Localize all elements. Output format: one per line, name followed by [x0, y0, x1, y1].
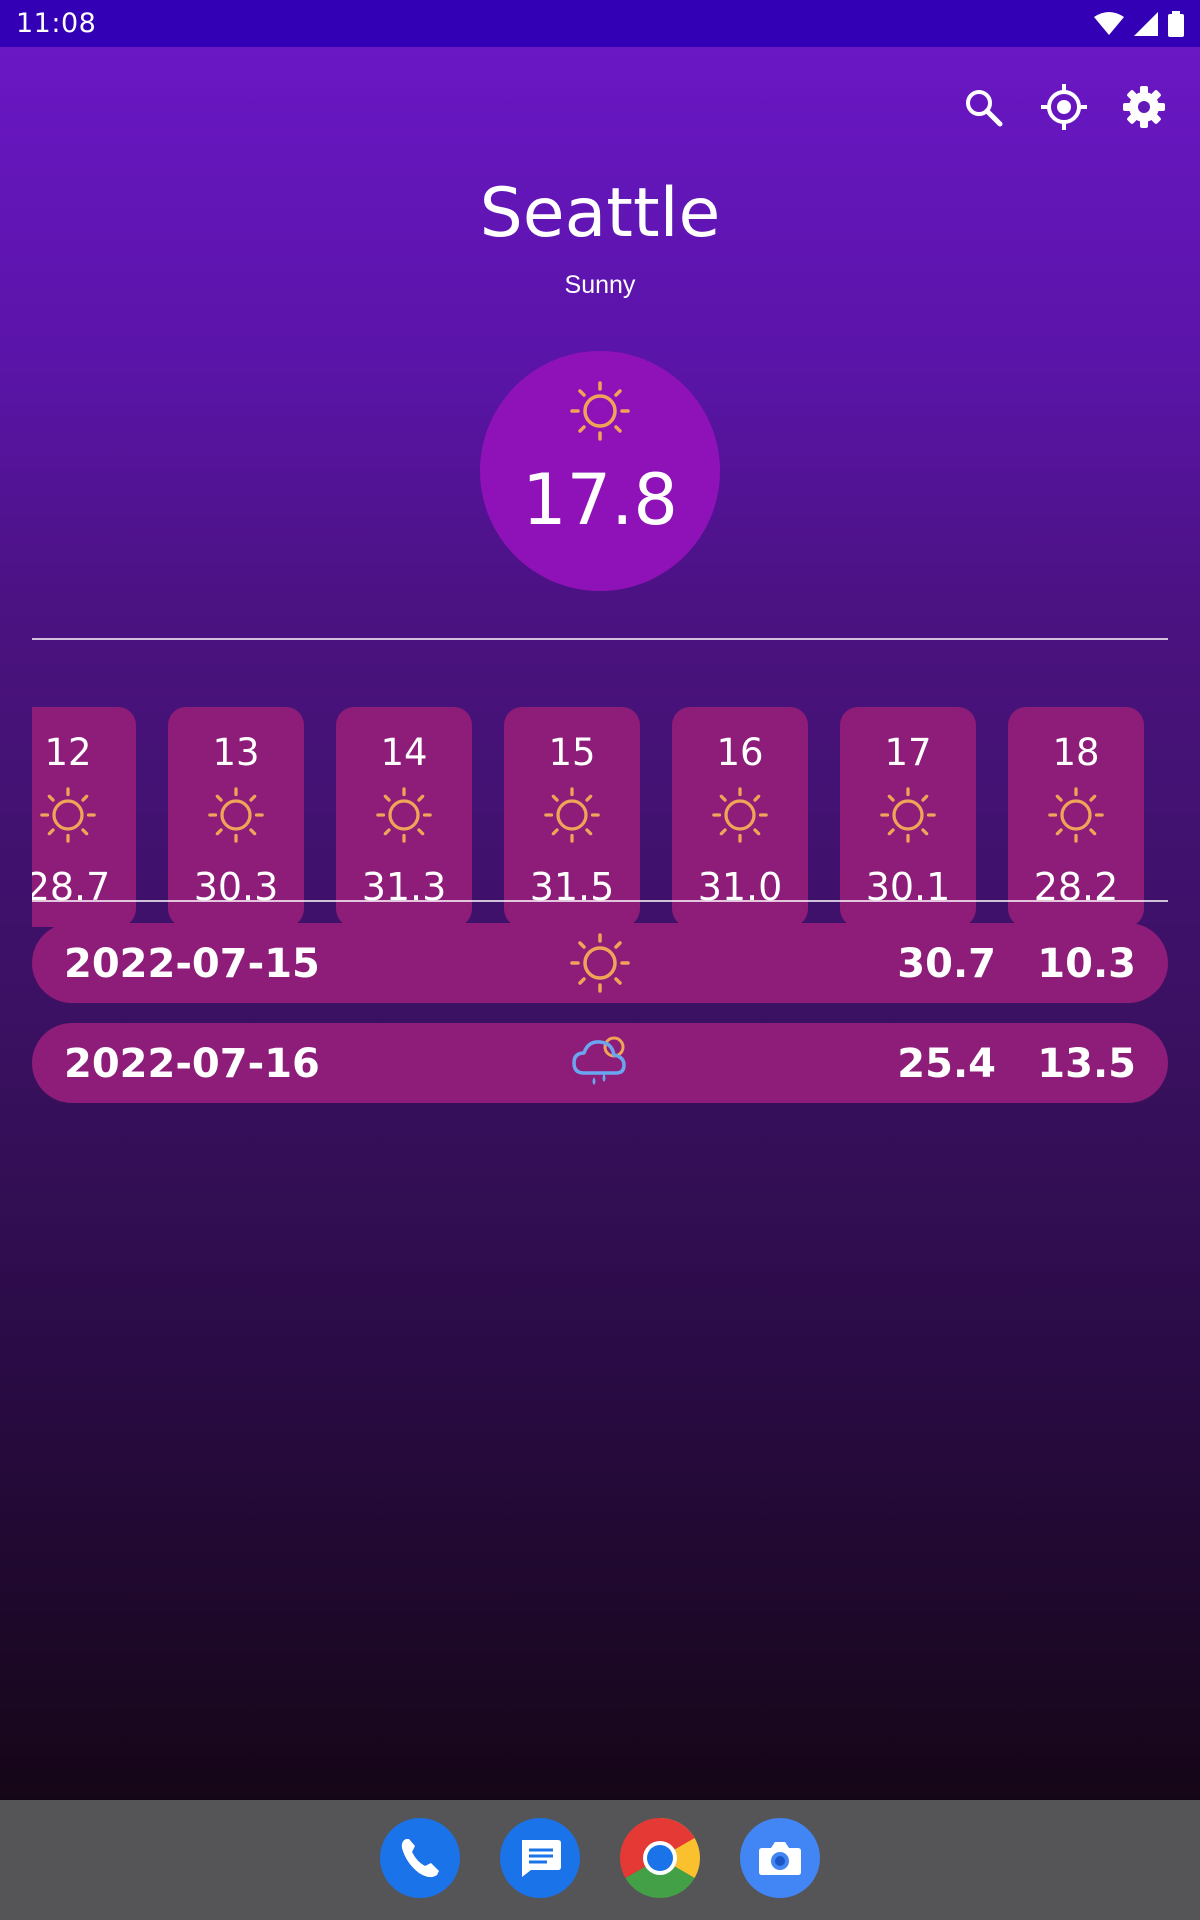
sun-icon: [376, 787, 432, 843]
sun-icon: [544, 787, 600, 843]
sun-icon: [880, 787, 936, 843]
hourly-item[interactable]: 14 31.3: [336, 707, 472, 927]
hourly-item[interactable]: 12 28.7: [32, 707, 136, 927]
daily-min-temp: 10.3: [1037, 941, 1136, 987]
sun-icon: [1048, 787, 1104, 843]
hourly-item[interactable]: 13 30.3: [168, 707, 304, 927]
signal-icon: [1134, 11, 1158, 36]
app-dock: [0, 1800, 1200, 1920]
daily-max-temp: 25.4: [897, 1041, 996, 1087]
sun-icon: [712, 787, 768, 843]
hourly-forecast-list[interactable]: 12 28.7 13 30.3 14 31.3 15 31.5 16 31.0 …: [32, 707, 1168, 929]
hourly-temp: 28.7: [32, 865, 111, 909]
camera-icon: [759, 1842, 801, 1875]
hourly-hour: 17: [884, 731, 932, 774]
hourly-temp: 28.2: [1033, 865, 1119, 909]
hourly-item[interactable]: 16 31.0: [672, 707, 808, 927]
hourly-hour: 16: [716, 731, 764, 774]
weather-condition: Sunny: [564, 271, 636, 299]
hourly-temp: 31.5: [529, 865, 615, 909]
hourly-hour: 18: [1052, 731, 1100, 774]
messages-app[interactable]: [500, 1818, 580, 1898]
chrome-icon: [620, 1818, 700, 1898]
my-location-button[interactable]: [1036, 79, 1092, 135]
phone-app[interactable]: [380, 1818, 460, 1898]
hourly-temp: 31.0: [697, 865, 783, 909]
hourly-item[interactable]: 17 30.1: [840, 707, 976, 927]
city-name: Seattle: [479, 174, 721, 253]
hourly-hour: 15: [548, 731, 596, 774]
wifi-icon: [1094, 11, 1124, 35]
daily-date: 2022-07-16: [64, 1041, 320, 1087]
my-location-icon: [1041, 84, 1087, 130]
daily-forecast-item[interactable]: 2022-07-16 25.4 13.5: [32, 1023, 1168, 1103]
current-weather-icon: [570, 381, 630, 446]
camera-app[interactable]: [740, 1818, 820, 1898]
status-icons: [1094, 10, 1184, 37]
status-bar: 11:08: [0, 0, 1200, 47]
daily-max-temp: 30.7: [897, 941, 996, 987]
hourly-temp: 31.3: [361, 865, 447, 909]
chrome-app[interactable]: [620, 1818, 700, 1898]
weather-app: Seattle Sunny 17.8 12 28.7 13 30.3 14 31…: [0, 47, 1200, 1800]
messages-icon: [522, 1840, 561, 1877]
search-icon: [966, 90, 1003, 127]
settings-icon: [1123, 86, 1165, 128]
divider: [32, 900, 1168, 902]
sun-icon: [40, 787, 96, 843]
current-temperature: 17.8: [522, 459, 678, 541]
hourly-temp: 30.1: [865, 865, 951, 909]
daily-forecast-item[interactable]: 2022-07-15 30.7 10.3: [32, 923, 1168, 1003]
divider: [32, 638, 1168, 640]
hourly-item[interactable]: 15 31.5: [504, 707, 640, 927]
sun-icon: [208, 787, 264, 843]
sun-icon: [570, 381, 630, 441]
sun-icon: [570, 933, 630, 993]
hourly-hour: 12: [44, 731, 92, 774]
phone-icon: [401, 1839, 439, 1878]
hourly-temp: 30.3: [193, 865, 279, 909]
battery-icon: [1168, 10, 1184, 37]
hourly-hour: 14: [380, 731, 428, 774]
settings-button[interactable]: [1116, 79, 1172, 135]
search-button[interactable]: [955, 79, 1011, 135]
rain-icon: [572, 1036, 626, 1085]
current-weather-circle: 17.8: [480, 351, 720, 591]
daily-min-temp: 13.5: [1037, 1041, 1136, 1087]
hourly-hour: 13: [212, 731, 260, 774]
hourly-item[interactable]: 18 28.2: [1008, 707, 1144, 927]
daily-date: 2022-07-15: [64, 941, 320, 987]
status-time: 11:08: [16, 8, 97, 39]
